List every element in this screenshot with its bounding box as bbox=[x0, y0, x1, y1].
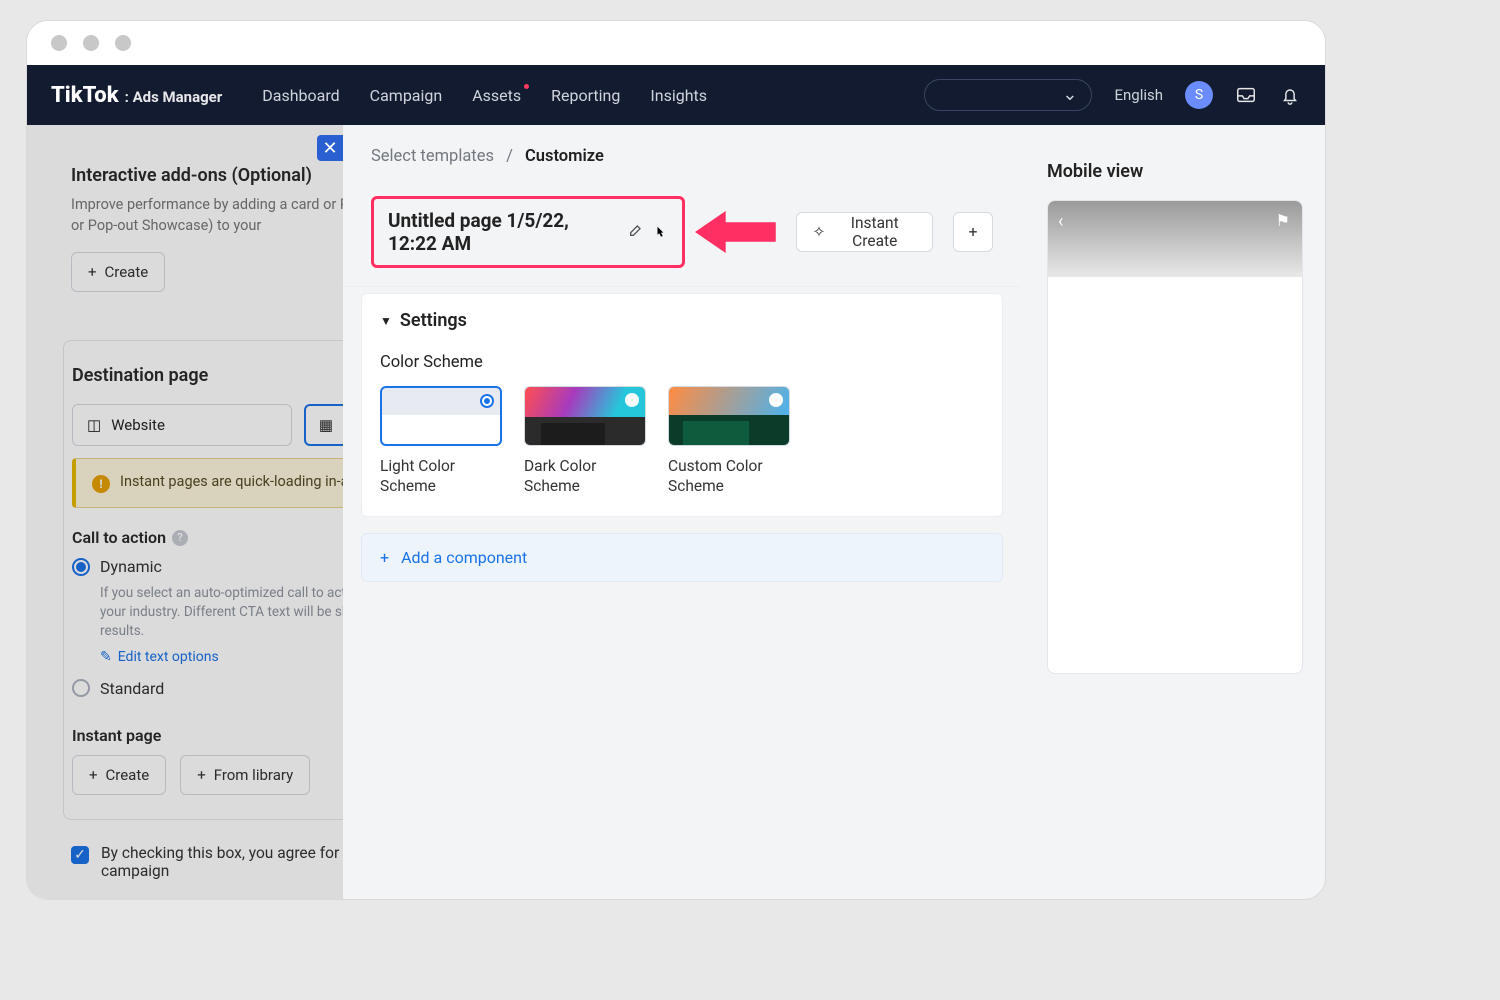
page-name-highlight[interactable]: Untitled page 1/5/22, 12:22 AM bbox=[371, 196, 685, 268]
nav-campaign[interactable]: Campaign bbox=[370, 86, 443, 105]
close-panel-button[interactable]: ✕ bbox=[317, 135, 343, 161]
breadcrumb: Select templates / Customize bbox=[343, 125, 1021, 182]
instant-create-cta[interactable]: ✧ Instant Create bbox=[796, 212, 934, 252]
page-name-text: Untitled page 1/5/22, 12:22 AM bbox=[388, 209, 618, 255]
inbox-icon[interactable] bbox=[1235, 84, 1257, 106]
panel-main: Select templates / Customize Untitled pa… bbox=[343, 125, 1021, 900]
mobile-report-icon: ⚑ bbox=[1276, 211, 1290, 230]
content-area: Interactive add-ons (Optional) Improve p… bbox=[27, 125, 1325, 900]
instant-page-editor-panel: ✕ Select templates / Customize Untitled … bbox=[343, 125, 1325, 900]
mac-titlebar bbox=[27, 21, 1325, 65]
scheme-light[interactable]: Light Color Scheme bbox=[380, 386, 502, 496]
nav-assets[interactable]: Assets bbox=[472, 86, 521, 105]
avatar[interactable]: S bbox=[1185, 81, 1213, 109]
mobile-view-title: Mobile view bbox=[1047, 161, 1299, 182]
assets-badge bbox=[524, 84, 529, 89]
top-nav: TikTok : Ads Manager Dashboard Campaign … bbox=[27, 65, 1325, 125]
mobile-preview-header bbox=[1048, 201, 1302, 277]
traffic-dot bbox=[51, 35, 67, 51]
radio-icon bbox=[769, 393, 783, 407]
color-scheme-options: Light Color Scheme Dark Color Scheme Cus… bbox=[380, 386, 984, 496]
add-component-button[interactable]: + Add a component bbox=[361, 533, 1003, 582]
brand-main: TikTok bbox=[51, 83, 119, 108]
breadcrumb-customize: Customize bbox=[525, 147, 604, 166]
nav-links: Dashboard Campaign Assets Reporting Insi… bbox=[262, 86, 707, 105]
account-selector[interactable] bbox=[924, 79, 1092, 111]
nav-dashboard[interactable]: Dashboard bbox=[262, 86, 339, 105]
magic-icon: ✧ bbox=[813, 223, 826, 241]
nav-right: English S bbox=[924, 79, 1301, 111]
scheme-custom[interactable]: Custom Color Scheme bbox=[668, 386, 790, 496]
callout-arrow-icon bbox=[695, 204, 776, 260]
radio-selected-icon bbox=[480, 394, 494, 408]
mobile-preview: ‹ ⚑ bbox=[1047, 200, 1303, 674]
cursor-icon bbox=[654, 223, 668, 241]
breadcrumb-templates[interactable]: Select templates bbox=[371, 147, 494, 166]
scheme-dark[interactable]: Dark Color Scheme bbox=[524, 386, 646, 496]
mobile-back-icon: ‹ bbox=[1058, 211, 1063, 232]
add-button[interactable]: + bbox=[953, 212, 993, 252]
brand-sub: : Ads Manager bbox=[125, 88, 223, 106]
color-scheme-title: Color Scheme bbox=[380, 353, 984, 372]
brand: TikTok : Ads Manager bbox=[51, 83, 222, 108]
nav-insights[interactable]: Insights bbox=[650, 86, 707, 105]
traffic-dot bbox=[83, 35, 99, 51]
mobile-preview-pane: Mobile view ‹ ⚑ bbox=[1021, 125, 1325, 900]
traffic-dot bbox=[115, 35, 131, 51]
caret-down-icon: ▼ bbox=[380, 314, 392, 328]
radio-icon bbox=[625, 393, 639, 407]
settings-card: ▼ Settings Color Scheme Light Color Sche… bbox=[361, 293, 1003, 517]
page-name-row: Untitled page 1/5/22, 12:22 AM ✧ bbox=[343, 182, 1021, 287]
language-selector[interactable]: English bbox=[1114, 86, 1163, 104]
bell-icon[interactable] bbox=[1279, 84, 1301, 106]
plus-icon: + bbox=[380, 548, 389, 567]
app-window: TikTok : Ads Manager Dashboard Campaign … bbox=[26, 20, 1326, 900]
nav-reporting[interactable]: Reporting bbox=[551, 86, 620, 105]
settings-toggle[interactable]: ▼ Settings bbox=[362, 294, 1002, 347]
pencil-icon bbox=[628, 222, 644, 242]
